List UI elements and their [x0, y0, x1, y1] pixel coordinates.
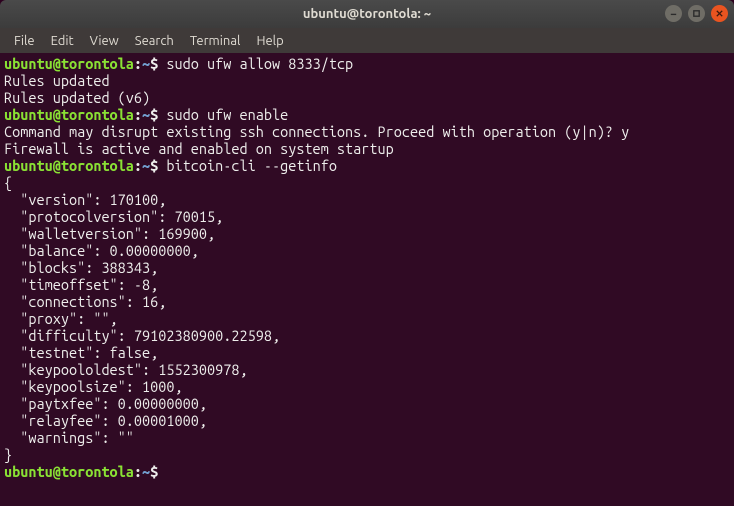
output-line: Command may disrupt existing ssh connect… — [4, 123, 730, 140]
prompt-sep: : — [134, 157, 142, 174]
json-line: "relayfee": 0.00001000, — [4, 412, 730, 429]
prompt-path: ~ — [142, 157, 150, 174]
prompt-path: ~ — [142, 463, 150, 480]
prompt-userhost: ubuntu@torontola — [4, 463, 134, 480]
terminal-line: ubuntu@torontola:~$ — [4, 463, 730, 480]
json-line: "difficulty": 79102380900.22598, — [4, 327, 730, 344]
terminal-line: ubuntu@torontola:~$ bitcoin-cli --getinf… — [4, 157, 730, 174]
json-line: "keypoololdest": 1552300978, — [4, 361, 730, 378]
json-line: "walletversion": 169900, — [4, 225, 730, 242]
json-line: "balance": 0.00000000, — [4, 242, 730, 259]
window-titlebar: ubuntu@torontola: ~ — [0, 0, 734, 28]
output-line: Rules updated (v6) — [4, 89, 730, 106]
command-text: sudo ufw enable — [166, 106, 288, 123]
command-text: sudo ufw allow 8333/tcp — [166, 55, 353, 72]
terminal-line: ubuntu@torontola:~$ sudo ufw enable — [4, 106, 730, 123]
maximize-button[interactable] — [688, 5, 705, 22]
prompt-sigil: $ — [150, 157, 158, 174]
json-line: "version": 170100, — [4, 191, 730, 208]
prompt-path: ~ — [142, 106, 150, 123]
prompt-sep: : — [134, 463, 142, 480]
prompt-sep: : — [134, 106, 142, 123]
prompt-sigil: $ — [150, 106, 158, 123]
json-line: "protocolversion": 70015, — [4, 208, 730, 225]
json-line: "connections": 16, — [4, 293, 730, 310]
minimize-icon — [669, 9, 678, 18]
json-line: "timeoffset": -8, — [4, 276, 730, 293]
terminal-area[interactable]: ubuntu@torontola:~$ sudo ufw allow 8333/… — [0, 53, 734, 506]
prompt-userhost: ubuntu@torontola — [4, 106, 134, 123]
json-line: "proxy": "", — [4, 310, 730, 327]
menu-edit[interactable]: Edit — [43, 31, 82, 51]
menubar: File Edit View Search Terminal Help — [0, 28, 734, 53]
json-line: "blocks": 388343, — [4, 259, 730, 276]
prompt-sep: : — [134, 55, 142, 72]
command-text: bitcoin-cli --getinfo — [166, 157, 337, 174]
maximize-icon — [692, 9, 701, 18]
json-open: { — [4, 174, 730, 191]
json-line: "paytxfee": 0.00000000, — [4, 395, 730, 412]
menu-search[interactable]: Search — [127, 31, 182, 51]
minimize-button[interactable] — [665, 5, 682, 22]
menu-file[interactable]: File — [6, 31, 43, 51]
json-line: "warnings": "" — [4, 429, 730, 446]
close-icon — [715, 9, 724, 18]
menu-help[interactable]: Help — [248, 31, 291, 51]
prompt-sigil: $ — [150, 463, 158, 480]
close-button[interactable] — [711, 5, 728, 22]
prompt-userhost: ubuntu@torontola — [4, 157, 134, 174]
window-title: ubuntu@torontola: ~ — [303, 7, 431, 21]
json-line: "keypoolsize": 1000, — [4, 378, 730, 395]
output-line: Firewall is active and enabled on system… — [4, 140, 730, 157]
window-controls — [665, 5, 728, 22]
menu-terminal[interactable]: Terminal — [182, 31, 249, 51]
prompt-userhost: ubuntu@torontola — [4, 55, 134, 72]
prompt-path: ~ — [142, 55, 150, 72]
menu-view[interactable]: View — [82, 31, 127, 51]
json-close: } — [4, 446, 730, 463]
terminal-line: ubuntu@torontola:~$ sudo ufw allow 8333/… — [4, 55, 730, 72]
json-line: "testnet": false, — [4, 344, 730, 361]
prompt-sigil: $ — [150, 55, 158, 72]
output-line: Rules updated — [4, 72, 730, 89]
